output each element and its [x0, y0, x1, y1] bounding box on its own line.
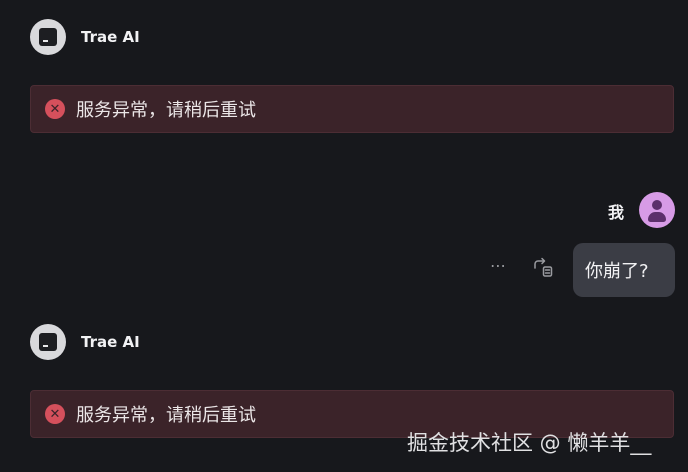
assistant-header-2: Trae AI — [30, 324, 140, 360]
user-name: 我 — [607, 203, 624, 222]
error-text: 服务异常，请稍后重试 — [76, 100, 256, 121]
assistant-avatar — [30, 324, 66, 360]
assistant-avatar — [30, 19, 66, 55]
error-message-1: ✕ 服务异常，请稍后重试 — [30, 85, 674, 133]
user-avatar — [639, 192, 675, 228]
terminal-icon — [39, 333, 57, 351]
copy-to-input-icon[interactable] — [531, 256, 555, 280]
assistant-name: Trae AI — [81, 28, 140, 46]
error-x-icon: ✕ — [45, 404, 65, 424]
assistant-header-1: Trae AI — [30, 19, 140, 55]
error-text: 服务异常，请稍后重试 — [76, 405, 256, 426]
error-x-icon: ✕ — [45, 99, 65, 119]
assistant-name: Trae AI — [81, 333, 140, 351]
terminal-icon — [39, 28, 57, 46]
user-message-text: 你崩了? — [585, 261, 649, 282]
watermark: 掘金技术社区 @ 懒羊羊__ — [407, 431, 652, 455]
more-horizontal-icon[interactable]: ⋯ — [490, 256, 507, 275]
user-message-bubble: 你崩了? — [573, 243, 675, 297]
